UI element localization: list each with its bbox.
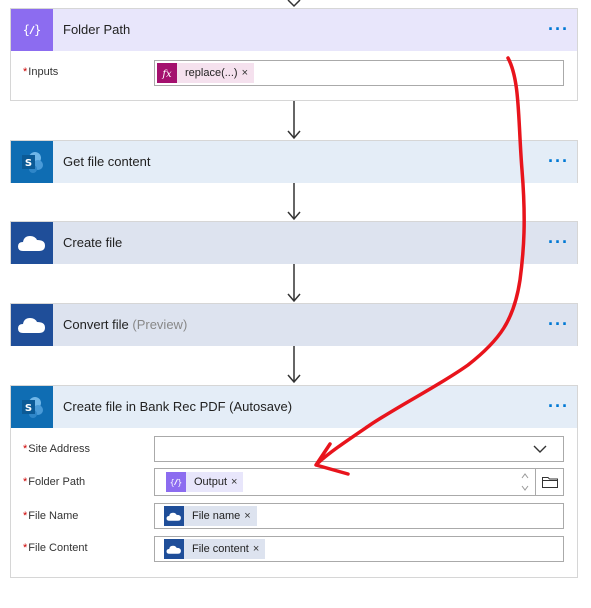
- token-label: Output: [194, 476, 228, 488]
- card-subtitle: (Preview): [132, 317, 188, 332]
- token-label: File content: [192, 543, 249, 555]
- onedrive-icon: [11, 304, 53, 346]
- folder-path-field[interactable]: { } Output ×: [154, 468, 564, 496]
- card-header[interactable]: Create file ···: [11, 222, 577, 264]
- variable-icon: { }: [166, 472, 186, 492]
- card-title: Create file: [63, 235, 123, 250]
- card-title: Folder Path: [63, 22, 131, 37]
- more-options-button[interactable]: ···: [548, 304, 569, 344]
- connector-arrow: [287, 183, 301, 221]
- spin-arrows-icon[interactable]: [520, 471, 530, 493]
- file-content-field[interactable]: File content ×: [154, 536, 564, 562]
- card-create-file-bank-rec: S Create file in Bank Rec PDF (Autosave)…: [10, 385, 578, 578]
- svg-text:fx: fx: [161, 69, 172, 80]
- remove-token-button[interactable]: ×: [242, 67, 254, 79]
- file-name-label: *File Name: [23, 510, 79, 522]
- onedrive-icon: [164, 539, 184, 559]
- file-name-field[interactable]: File name ×: [154, 503, 564, 529]
- more-options-button[interactable]: ···: [548, 9, 569, 49]
- chevron-down-icon[interactable]: [533, 444, 547, 454]
- card-title: Get file content: [63, 154, 151, 169]
- token-replace[interactable]: fx replace(...) ×: [157, 63, 255, 83]
- svg-text:S: S: [25, 403, 32, 414]
- card-create-file[interactable]: Create file ···: [10, 221, 578, 264]
- site-address-dropdown[interactable]: [154, 436, 564, 462]
- token-label: File name: [192, 510, 241, 522]
- onedrive-icon: [11, 222, 53, 264]
- card-header[interactable]: { } Folder Path ···: [11, 9, 577, 51]
- top-connector-arrow: [287, 0, 301, 8]
- card-header[interactable]: Convert file (Preview) ···: [11, 304, 577, 346]
- card-title: Convert file (Preview): [63, 317, 188, 332]
- site-address-label: *Site Address: [23, 443, 91, 455]
- card-convert-file[interactable]: Convert file (Preview) ···: [10, 303, 578, 346]
- more-options-button[interactable]: ···: [548, 141, 569, 181]
- more-options-button[interactable]: ···: [548, 386, 569, 426]
- sharepoint-icon: S: [11, 141, 53, 183]
- card-get-file-content[interactable]: S Get file content ···: [10, 140, 578, 183]
- folder-icon: [542, 477, 558, 488]
- token-file-content[interactable]: File content ×: [164, 539, 266, 559]
- card-folder-path: { } Folder Path ··· *Inputs fx replace(.…: [10, 8, 578, 101]
- more-options-button[interactable]: ···: [548, 222, 569, 262]
- remove-token-button[interactable]: ×: [231, 476, 243, 488]
- inputs-label: *Inputs: [23, 66, 59, 78]
- connector-arrow: [287, 101, 301, 140]
- variable-icon: { }: [11, 9, 53, 51]
- card-header[interactable]: S Create file in Bank Rec PDF (Autosave)…: [11, 386, 577, 428]
- connector-arrow: [287, 346, 301, 384]
- token-file-name[interactable]: File name ×: [164, 506, 257, 526]
- connector-arrow: [287, 264, 301, 303]
- inputs-field[interactable]: fx replace(...) ×: [154, 60, 564, 86]
- remove-token-button[interactable]: ×: [244, 510, 256, 522]
- expression-icon: fx: [157, 63, 177, 83]
- onedrive-icon: [164, 506, 184, 526]
- svg-text:S: S: [25, 158, 32, 169]
- folder-path-label: *Folder Path: [23, 476, 86, 488]
- sharepoint-icon: S: [11, 386, 53, 428]
- card-header[interactable]: S Get file content ···: [11, 141, 577, 183]
- remove-token-button[interactable]: ×: [253, 543, 265, 555]
- token-output[interactable]: { } Output ×: [166, 472, 244, 492]
- card-title: Create file in Bank Rec PDF (Autosave): [63, 399, 293, 414]
- token-label: replace(...): [185, 67, 238, 79]
- folder-browse-button[interactable]: [535, 469, 563, 495]
- file-content-label: *File Content: [23, 542, 88, 554]
